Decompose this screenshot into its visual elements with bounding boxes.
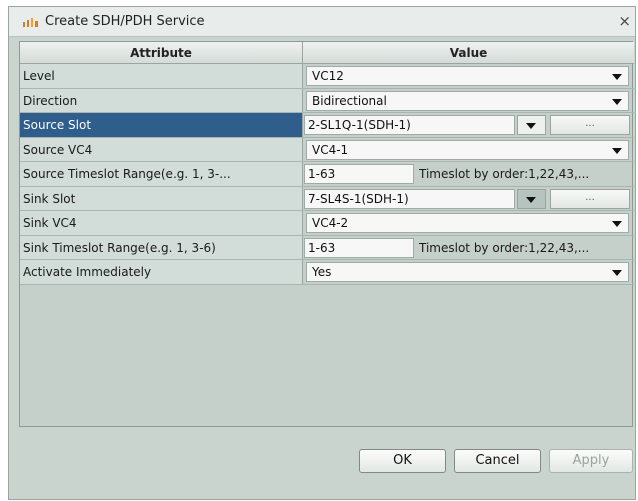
sink-slot-dropdown-button[interactable] [517,188,546,209]
create-service-dialog: Create SDH/PDH Service × Attribute Value… [8,6,636,500]
attribute-label: Source Timeslot Range(e.g. 1, 3-... [20,162,303,186]
column-header-attribute[interactable]: Attribute [20,42,303,64]
attribute-label: Sink VC4 [20,211,303,235]
title-bar: Create SDH/PDH Service × [9,7,635,37]
chevron-down-icon[interactable] [612,147,622,154]
chevron-down-icon[interactable] [612,74,622,80]
level-select[interactable]: VC12 [306,66,629,86]
attribute-label: Sink Timeslot Range(e.g. 1, 3-6) [20,235,303,259]
table-row-direction[interactable]: Direction Bidirectional [20,88,634,113]
attribute-label: Source Slot [20,113,303,137]
sink-timeslot-input[interactable]: 1-63 [304,237,414,258]
table-row-activate-immediately[interactable]: Activate Immediately Yes [20,260,634,285]
source-slot-field[interactable]: 2-SL1Q-1(SDH-1) [304,115,515,135]
attribute-label: Direction [20,88,303,112]
source-timeslot-input[interactable]: 1-63 [304,164,414,184]
level-value: VC12 [312,69,344,83]
activate-immediately-value: Yes [312,265,332,279]
app-icon [23,18,38,27]
sink-timeslot-order-text: Timeslot by order:1,22,43,... [419,240,590,255]
table-row-source-slot[interactable]: Source Slot 2-SL1Q-1(SDH-1) ... [20,113,634,138]
table-row-source-timeslot-range[interactable]: Source Timeslot Range(e.g. 1, 3-... 1-63… [20,162,634,187]
apply-button[interactable]: Apply [549,449,633,473]
sink-vc4-value: VC4-2 [312,216,349,230]
direction-select[interactable]: Bidirectional [306,90,629,111]
chevron-down-icon [526,196,536,203]
dialog-title: Create SDH/PDH Service [45,14,205,29]
table-row-level[interactable]: Level VC12 [20,64,634,89]
chevron-down-icon[interactable] [612,98,622,105]
chevron-down-icon[interactable] [612,221,622,227]
chevron-down-icon [526,123,536,129]
ok-button[interactable]: OK [359,449,446,473]
attribute-label: Activate Immediately [20,260,303,284]
cancel-button[interactable]: Cancel [454,449,541,473]
sink-vc4-select[interactable]: VC4-2 [306,213,629,233]
close-icon[interactable]: × [618,12,631,30]
attribute-label: Level [20,64,303,88]
source-slot-dropdown-button[interactable] [517,115,546,135]
table-row-sink-vc4[interactable]: Sink VC4 VC4-2 [20,211,634,236]
attribute-label: Source VC4 [20,137,303,161]
source-timeslot-order-text: Timeslot by order:1,22,43,... [419,167,590,181]
sink-slot-browse-button[interactable]: ... [550,188,630,209]
attribute-label: Sink Slot [20,186,303,210]
table-row-source-vc4[interactable]: Source VC4 VC4-1 [20,137,634,162]
source-slot-browse-button[interactable]: ... [550,115,630,135]
source-vc4-value: VC4-1 [312,142,349,157]
column-header-value[interactable]: Value [303,42,634,64]
attribute-table: Attribute Value Level VC12 Direction Bid… [19,41,634,427]
table-row-sink-slot[interactable]: Sink Slot 7-SL4S-1(SDH-1) ... [20,186,634,211]
table-row-sink-timeslot-range[interactable]: Sink Timeslot Range(e.g. 1, 3-6) 1-63 Ti… [20,235,634,260]
direction-value: Bidirectional [312,93,387,108]
chevron-down-icon[interactable] [612,270,622,276]
source-vc4-select[interactable]: VC4-1 [306,139,629,160]
activate-immediately-select[interactable]: Yes [306,262,629,282]
sink-slot-field[interactable]: 7-SL4S-1(SDH-1) [304,188,515,209]
